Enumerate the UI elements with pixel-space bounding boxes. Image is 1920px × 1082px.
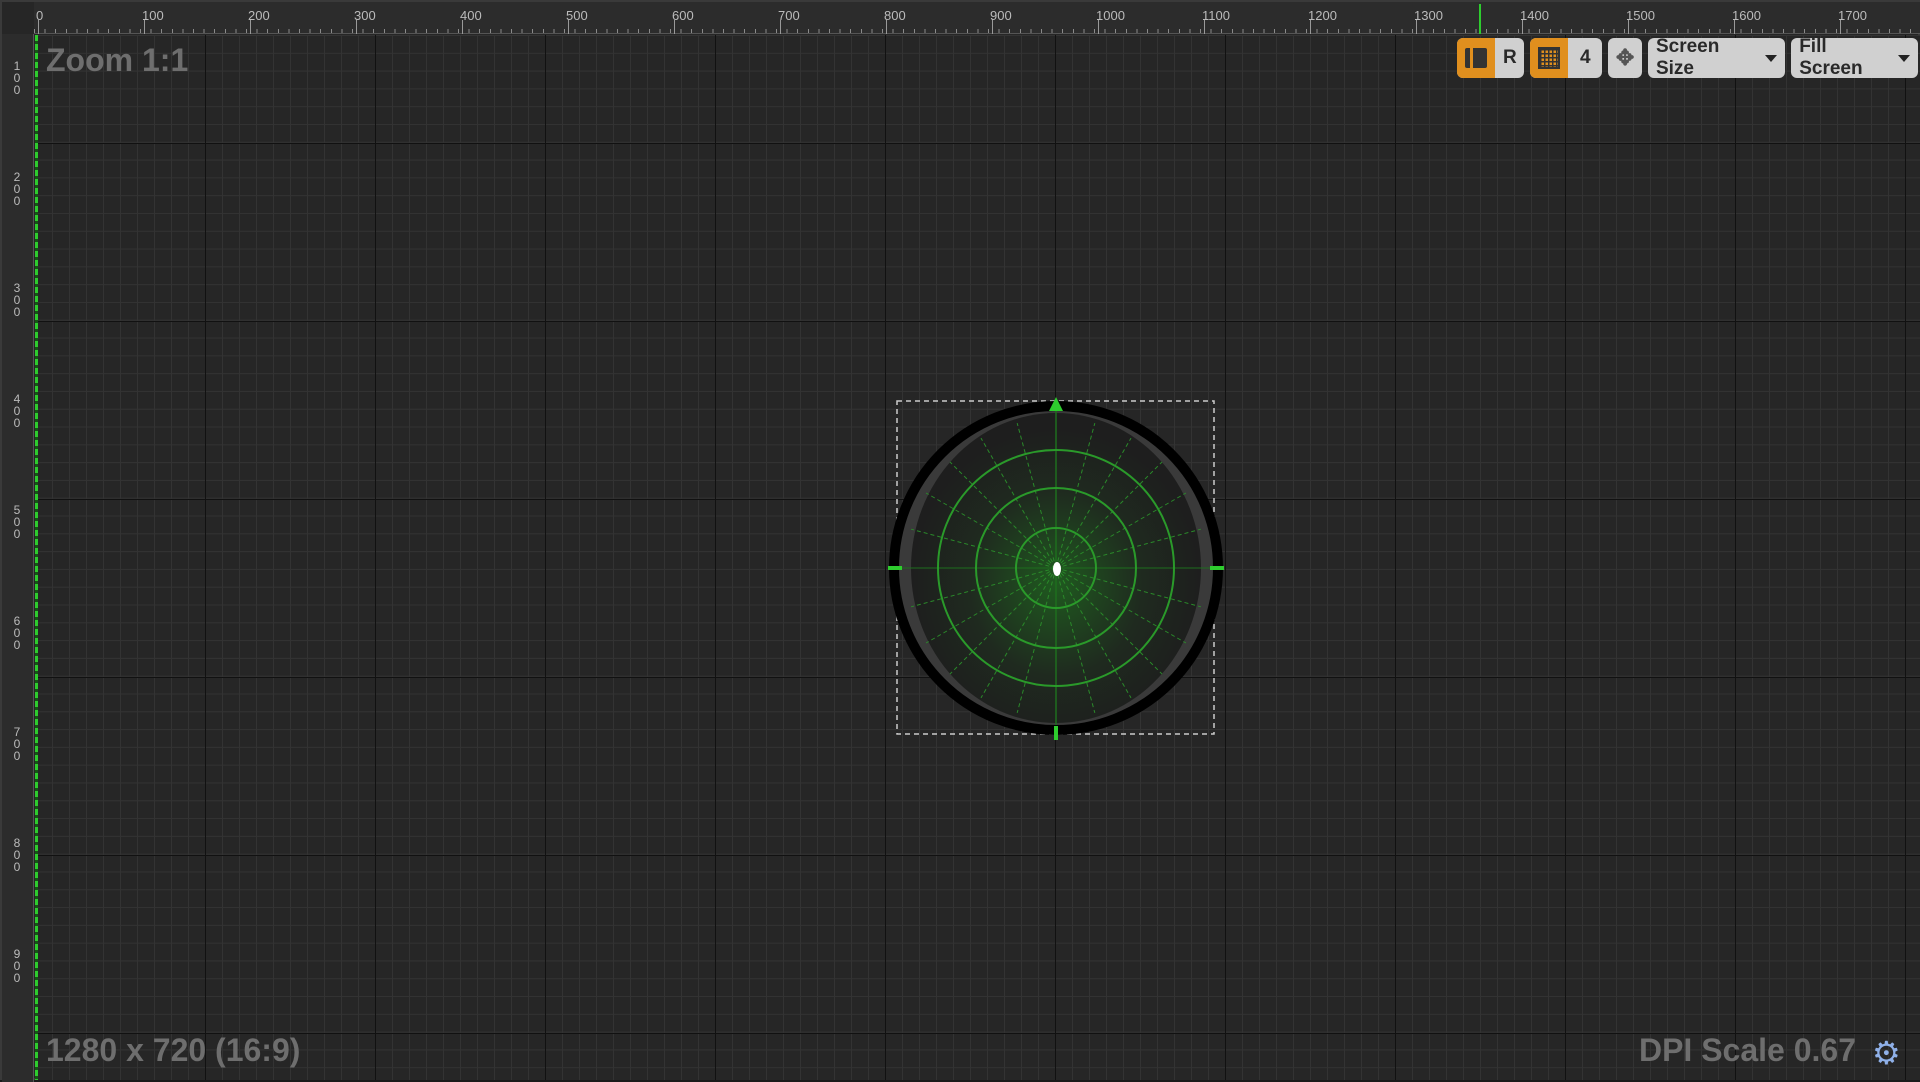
ruler-label: 600 [13,614,21,652]
respect-locks-button[interactable]: R [1495,38,1524,78]
grid-icon [1538,47,1561,69]
radar-widget[interactable] [882,392,1242,752]
ruler-label: 1500 [1626,8,1655,23]
ruler-label: 400 [460,8,482,23]
resolution-label: 1280 x 720 (16:9) [46,1032,301,1068]
ruler-label: 1400 [1520,8,1549,23]
ruler-label: 800 [13,836,21,874]
ruler-tick [992,20,993,34]
ruler-tick [38,20,39,34]
fill-screen-label: Fill Screen [1799,38,1863,78]
ruler-tick [1628,20,1629,34]
ruler-label: 1200 [1308,8,1337,23]
ruler-tick [1416,20,1417,34]
ruler-label: 900 [990,8,1012,23]
grid-snap-toggle[interactable] [1530,38,1569,78]
ruler-label: 500 [566,8,588,23]
ruler-tick [1734,20,1735,34]
ruler-tick [1310,20,1311,34]
grid-snap-value[interactable]: 4 [1568,38,1602,78]
ruler-label: 600 [672,8,694,23]
ruler-label: 100 [142,8,164,23]
ruler-tick [144,20,145,34]
ruler-label: 500 [13,503,21,541]
ruler-tick [1098,20,1099,34]
ruler-label: 1300 [1414,8,1443,23]
chevron-down-icon [1765,54,1778,62]
ruler-label: 700 [778,8,800,23]
transform-button[interactable]: ✥ [1608,38,1642,78]
viewport-toolbar: R 4 ✥ Screen Size Fill Screen [1457,38,1918,78]
ruler-tick [356,20,357,34]
zoom-label: Zoom 1:1 [46,42,189,78]
ruler-tick [886,20,887,34]
ruler-tick [250,20,251,34]
east-marker [1210,566,1224,570]
ruler-label: 300 [13,281,21,319]
screen-size-label: Screen Size [1655,38,1720,78]
ruler-label: 200 [13,170,21,208]
ruler-tick [674,20,675,34]
ruler-tick [462,20,463,34]
ruler-label: 1100 [1202,8,1230,23]
transform-icon: ✥ [1615,45,1635,70]
ruler-label: 1600 [1732,8,1761,23]
player-icon [1053,562,1061,576]
designer-viewport[interactable]: Zoom 1:1 1280 x 720 (16:9) DPI Scale 0.6… [0,0,1920,1082]
ruler-label: 800 [884,8,906,23]
chevron-down-icon [1898,54,1910,62]
layout-toggle-button[interactable] [1457,38,1495,78]
south-marker [1054,726,1058,740]
ruler-label: 100 [13,59,21,97]
layout-icon [1465,48,1487,68]
ruler-label: 900 [13,947,21,985]
ruler-tick [568,20,569,34]
dpi-scale-label: DPI Scale 0.67 [1638,1032,1856,1068]
ruler-tick [780,20,781,34]
west-marker [888,566,902,570]
canvas-left-guide [35,35,38,1080]
ruler-cursor-marker [1479,4,1481,34]
fill-screen-dropdown[interactable]: Fill Screen [1791,38,1918,78]
ruler-label: 1000 [1096,8,1125,23]
ruler-label: 300 [354,8,376,23]
ruler-label: 700 [13,725,21,763]
ruler-label: 400 [13,392,21,430]
gear-icon[interactable]: ⚙ [1872,1034,1901,1072]
ruler-tick [1840,20,1841,34]
ruler-tick [1204,20,1205,34]
screen-size-dropdown[interactable]: Screen Size [1648,38,1785,78]
ruler-label: 1700 [1838,8,1867,23]
ruler-tick [1522,20,1523,34]
ruler-label: 200 [248,8,270,23]
